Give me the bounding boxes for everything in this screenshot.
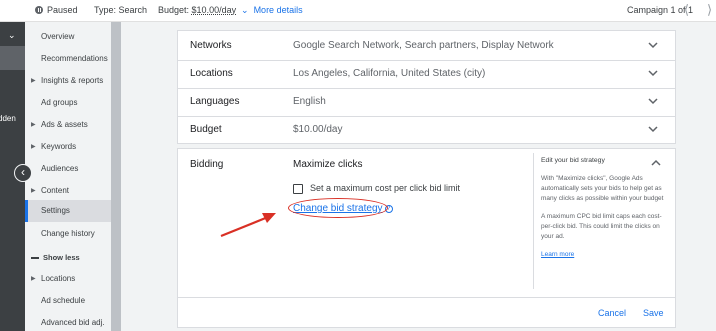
rail-highlight	[0, 46, 25, 70]
minus-icon	[31, 257, 39, 259]
nav-item-overview[interactable]: Overview	[25, 26, 111, 48]
nav-item-change-history[interactable]: Change history	[25, 223, 111, 245]
bid-strategy-name: Maximize clicks	[293, 159, 363, 170]
bid-strategy-help-panel: Edit your bid strategy With "Maximize cl…	[533, 153, 673, 289]
max-cpc-checkbox-label[interactable]: Set a maximum cost per click bid limit	[310, 183, 460, 193]
rail-label-fragment: dden	[0, 114, 16, 123]
nav-item-locations[interactable]: ▶ Locations	[25, 268, 111, 290]
settings-panel: Networks Google Search Network, Search p…	[121, 22, 716, 331]
max-cpc-checkbox[interactable]	[293, 184, 303, 194]
expand-triangle-icon: ▶	[31, 144, 36, 150]
nav-item-content[interactable]: ▶ Content	[25, 180, 111, 202]
chevron-down-icon	[648, 42, 658, 49]
nav-item-insights[interactable]: ▶ Insights & reports	[25, 70, 111, 92]
expand-chevron-icon[interactable]: ⌄	[8, 30, 16, 41]
annotation-circle	[288, 198, 388, 218]
sidebar-scrollbar[interactable]	[111, 22, 121, 331]
show-less-button[interactable]: Show less	[25, 247, 111, 269]
divider	[178, 297, 675, 298]
expand-triangle-icon: ▶	[31, 122, 36, 128]
setting-row-networks[interactable]: Networks Google Search Network, Search p…	[178, 31, 675, 61]
settings-card: Networks Google Search Network, Search p…	[177, 30, 676, 144]
expand-triangle-icon: ▶	[31, 276, 36, 282]
status-paused: Paused	[35, 5, 78, 15]
annotation-arrow-icon	[220, 213, 276, 238]
chevron-down-icon	[648, 98, 658, 105]
save-button[interactable]: Save	[643, 308, 664, 318]
nav-item-recommendations[interactable]: Recommendations	[25, 48, 111, 70]
chevron-down-icon	[648, 126, 658, 133]
nav-item-settings[interactable]: Settings	[25, 200, 111, 222]
setting-row-languages[interactable]: Languages English	[178, 87, 675, 117]
learn-more-link[interactable]: Learn more	[541, 251, 574, 258]
cancel-button[interactable]: Cancel	[598, 308, 626, 318]
help-text-2: A maximum CPC bid limit caps each cost-p…	[541, 213, 662, 240]
previous-campaign-icon[interactable]: ⟨	[684, 2, 689, 18]
chevron-down-icon: ⌄	[241, 5, 249, 15]
budget-summary[interactable]: Budget: $10.00/day	[158, 5, 236, 15]
page-nav-sidebar: Overview Recommendations ▶ Insights & rep…	[25, 22, 111, 331]
nav-item-advanced-bid-adj[interactable]: Advanced bid adj.	[25, 312, 111, 331]
nav-item-ads-assets[interactable]: ▶ Ads & assets	[25, 114, 111, 136]
campaign-type: Type: Search	[94, 5, 148, 15]
chevron-up-icon[interactable]	[650, 157, 662, 169]
expand-triangle-icon: ▶	[31, 188, 36, 194]
setting-row-locations[interactable]: Locations Los Angeles, California, Unite…	[178, 59, 675, 89]
expand-triangle-icon: ▶	[31, 78, 36, 84]
help-text-1: With "Maximize clicks", Google Ads autom…	[541, 175, 664, 202]
nav-item-ad-schedule[interactable]: Ad schedule	[25, 290, 111, 312]
budget-value: $10.00/day	[191, 5, 237, 15]
next-campaign-icon[interactable]: ⟩	[707, 2, 712, 18]
nav-item-audiences[interactable]: Audiences	[25, 158, 111, 180]
collapse-sidebar-button[interactable]: ‹	[14, 164, 32, 182]
nav-item-keywords[interactable]: ▶ Keywords	[25, 136, 111, 158]
chevron-left-icon: ‹	[21, 165, 25, 179]
chevron-down-icon	[648, 70, 658, 77]
nav-item-ad-groups[interactable]: Ad groups	[25, 92, 111, 114]
campaign-status-bar: Paused Type: Search Budget: $10.00/day ⌄…	[0, 0, 716, 22]
bidding-label: Bidding	[190, 159, 224, 170]
more-details-link[interactable]: ⌄ More details	[241, 5, 303, 16]
pause-icon	[35, 6, 43, 14]
setting-row-budget[interactable]: Budget $10.00/day	[178, 115, 675, 145]
